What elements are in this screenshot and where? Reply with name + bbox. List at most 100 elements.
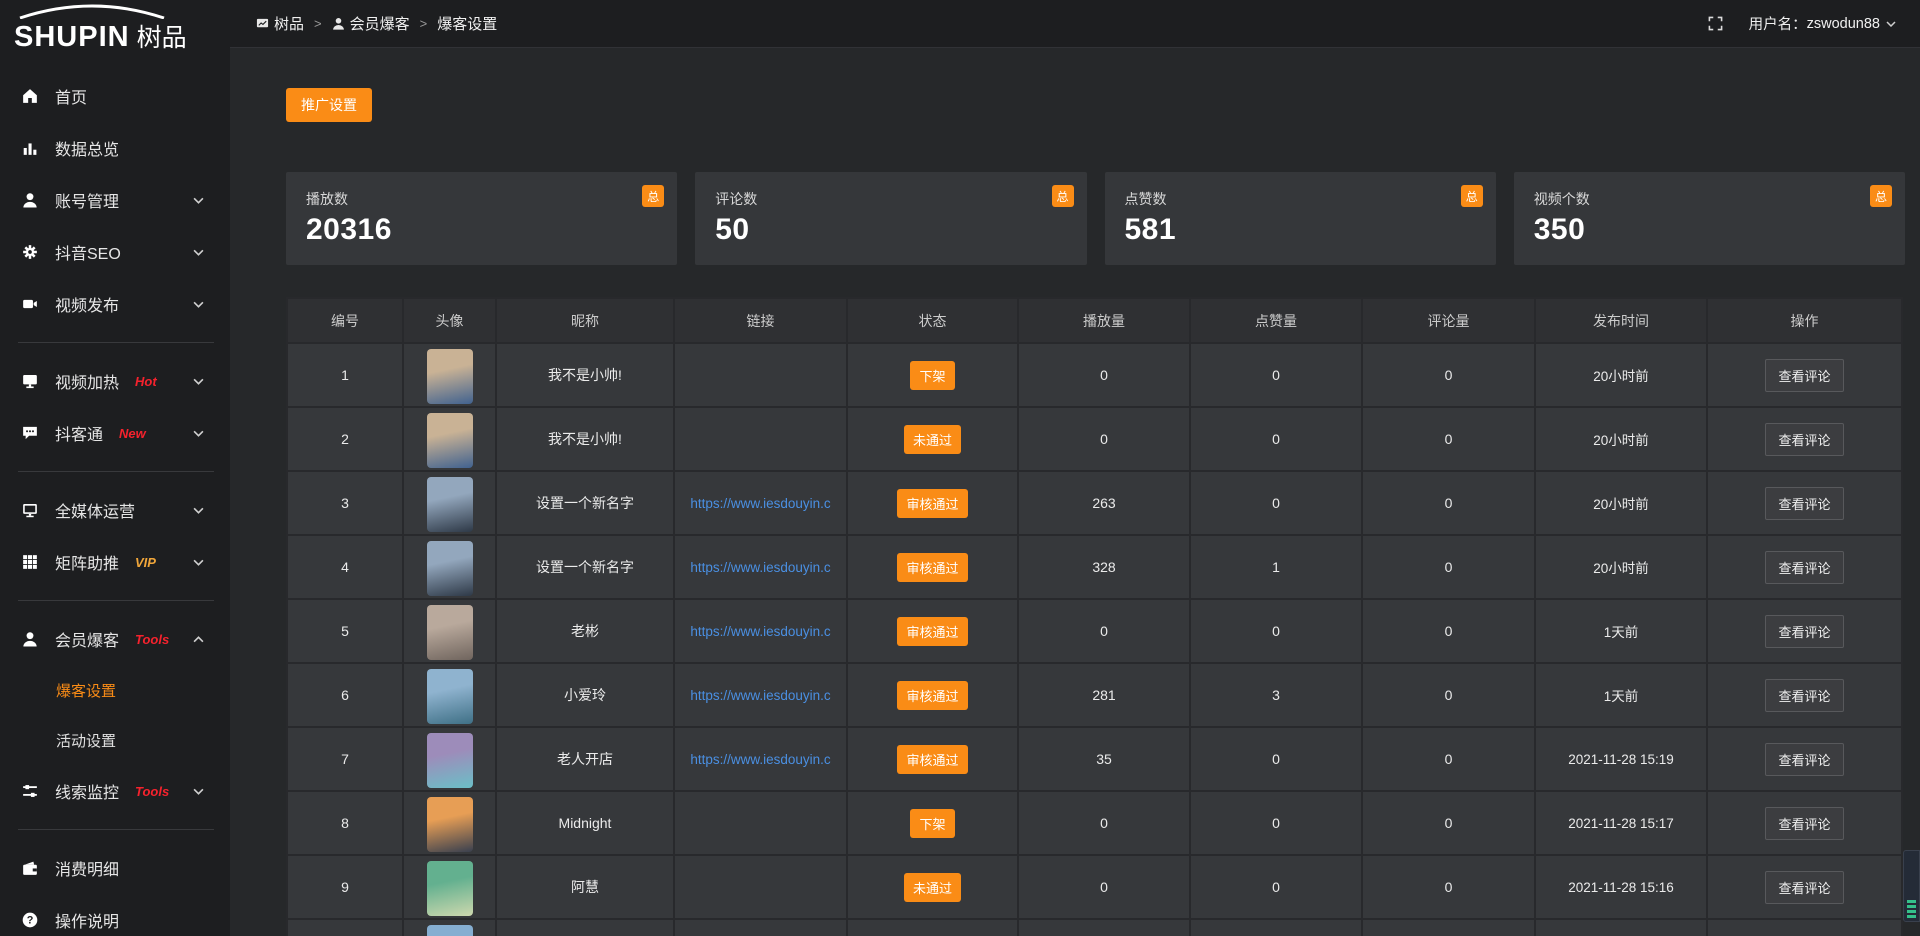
- sidebar-divider: [18, 471, 214, 472]
- cell-action: 查看评论: [1707, 855, 1902, 919]
- sidebar: SHUPIN 树品 首页数据总览账号管理抖音SEO视频发布视频加热Hot抖客通N…: [0, 0, 230, 936]
- cell-comments: 0: [1362, 407, 1535, 471]
- sidebar-item-tag: Tools: [135, 632, 169, 647]
- video-link[interactable]: https://www.iesdouyin.c: [690, 496, 830, 511]
- sidebar-item-label: 会员爆客: [55, 627, 119, 651]
- cell-time: 1天前: [1535, 663, 1707, 727]
- status-badge[interactable]: 审核通过: [897, 745, 967, 774]
- fullscreen-icon[interactable]: [1708, 16, 1723, 31]
- status-badge[interactable]: 审核通过: [897, 489, 967, 518]
- view-comments-button[interactable]: 查看评论: [1765, 487, 1843, 520]
- member-icon: [22, 631, 40, 647]
- column-header: 头像: [403, 298, 496, 343]
- cell-likes: 0: [1190, 727, 1362, 791]
- chevron-down-icon: [193, 430, 204, 437]
- status-badge[interactable]: 未通过: [904, 873, 961, 902]
- floating-widget[interactable]: [1903, 850, 1920, 922]
- cell-comments: 0: [1362, 535, 1535, 599]
- view-comments-button[interactable]: 查看评论: [1765, 807, 1843, 840]
- view-comments-button[interactable]: 查看评论: [1765, 423, 1843, 456]
- sidebar-item[interactable]: 视频发布: [0, 278, 230, 330]
- sidebar-item[interactable]: 抖客通New: [0, 407, 230, 459]
- stat-value: 350: [1534, 213, 1885, 247]
- video-link[interactable]: https://www.iesdouyin.c: [690, 688, 830, 703]
- cell-avatar: [403, 791, 496, 855]
- column-header: 播放量: [1018, 298, 1190, 343]
- sidebar-item[interactable]: 首页: [0, 70, 230, 122]
- video-link[interactable]: https://www.iesdouyin.c: [690, 560, 830, 575]
- cell-likes: 0: [1190, 855, 1362, 919]
- topbar: 树品>会员爆客>爆客设置 用户名： zswodun88: [230, 0, 1920, 48]
- cell-time: 20小时前: [1535, 343, 1707, 407]
- status-badge[interactable]: 下架: [910, 809, 954, 838]
- cell-avatar: [403, 919, 496, 936]
- cell-action: 查看评论: [1707, 663, 1902, 727]
- breadcrumb-item[interactable]: 会员爆客: [332, 13, 410, 34]
- sidebar-item[interactable]: 账号管理: [0, 174, 230, 226]
- view-comments-button[interactable]: 查看评论: [1765, 871, 1843, 904]
- cell-link: https://www.iesdouyin.c: [674, 535, 847, 599]
- sidebar-nav: 首页数据总览账号管理抖音SEO视频发布视频加热Hot抖客通New 全媒体运营矩阵助…: [0, 60, 230, 936]
- view-comments-button[interactable]: 查看评论: [1765, 615, 1843, 648]
- sidebar-subitem[interactable]: 爆客设置: [0, 665, 230, 715]
- total-badge: 总: [1461, 185, 1483, 207]
- view-comments-button[interactable]: 查看评论: [1765, 679, 1843, 712]
- video-link[interactable]: https://www.iesdouyin.c: [690, 624, 830, 639]
- sidebar-item[interactable]: 消费明细: [0, 842, 230, 894]
- cell-status: 审核通过: [847, 599, 1018, 663]
- cell-action: 查看评论: [1707, 471, 1902, 535]
- sidebar-item-label: 账号管理: [55, 188, 119, 212]
- status-badge[interactable]: 审核通过: [897, 617, 967, 646]
- cell-time: 2021-11-28 15:19: [1535, 727, 1707, 791]
- home-icon: [22, 88, 40, 104]
- cell-likes: [1190, 919, 1362, 936]
- sidebar-item[interactable]: 矩阵助推VIP: [0, 536, 230, 588]
- total-badge: 总: [642, 185, 664, 207]
- video-link[interactable]: https://www.iesdouyin.c: [690, 752, 830, 767]
- sidebar-item[interactable]: ?操作说明: [0, 894, 230, 936]
- sidebar-item[interactable]: 会员爆客 Tools: [0, 613, 230, 665]
- sidebar-item[interactable]: 线索监控Tools: [0, 765, 230, 817]
- view-comments-button[interactable]: 查看评论: [1765, 743, 1843, 776]
- breadcrumb-separator: >: [314, 16, 322, 31]
- cell-likes: 0: [1190, 407, 1362, 471]
- column-header: 评论量: [1362, 298, 1535, 343]
- stat-value: 20316: [306, 213, 657, 247]
- status-badge[interactable]: 下架: [910, 361, 954, 390]
- breadcrumb-item[interactable]: 树品: [256, 13, 304, 34]
- cell-likes: 0: [1190, 471, 1362, 535]
- cell-status: 审核通过: [847, 663, 1018, 727]
- topbar-right: 用户名： zswodun88: [1708, 13, 1896, 34]
- stats-row: 播放数20316总评论数50总点赞数581总视频个数350总: [286, 172, 1905, 265]
- status-badge[interactable]: 审核通过: [897, 553, 967, 582]
- cell-status: 审核通过: [847, 471, 1018, 535]
- svg-text:?: ?: [27, 915, 34, 927]
- app-logo[interactable]: SHUPIN 树品: [0, 0, 230, 60]
- table-row: 9阿慧未通过0002021-11-28 15:16查看评论: [287, 855, 1902, 919]
- table-wrap: 编号头像昵称链接状态播放量点赞量评论量发布时间操作 1我不是小帅!下架00020…: [286, 297, 1905, 936]
- cell-plays: 0: [1018, 343, 1190, 407]
- avatar: [427, 605, 473, 660]
- chevron-down-icon[interactable]: [1886, 21, 1896, 27]
- sidebar-subitem[interactable]: 活动设置: [0, 715, 230, 765]
- sidebar-divider: [18, 342, 214, 343]
- breadcrumb-item[interactable]: 爆客设置: [437, 13, 497, 34]
- view-comments-button[interactable]: 查看评论: [1765, 551, 1843, 584]
- sidebar-item[interactable]: 视频加热Hot: [0, 355, 230, 407]
- cell-nickname: 我不是小帅!: [496, 343, 674, 407]
- cell-id: 6: [287, 663, 403, 727]
- main-area: 树品>会员爆客>爆客设置 用户名： zswodun88 推广设置 播放数2031…: [230, 0, 1920, 936]
- status-badge[interactable]: 审核通过: [897, 681, 967, 710]
- view-comments-button[interactable]: 查看评论: [1765, 359, 1843, 392]
- username[interactable]: zswodun88: [1807, 16, 1880, 32]
- wallet-icon: [22, 860, 40, 876]
- sidebar-item[interactable]: 全媒体运营: [0, 484, 230, 536]
- status-badge[interactable]: 未通过: [904, 425, 961, 454]
- sidebar-item[interactable]: 数据总览: [0, 122, 230, 174]
- sidebar-item[interactable]: 抖音SEO: [0, 226, 230, 278]
- sidebar-divider: [18, 829, 214, 830]
- cell-nickname: 我不是小帅!: [496, 407, 674, 471]
- cell-avatar: [403, 343, 496, 407]
- cell-action: 查看评论: [1707, 599, 1902, 663]
- promotion-settings-button[interactable]: 推广设置: [286, 88, 372, 122]
